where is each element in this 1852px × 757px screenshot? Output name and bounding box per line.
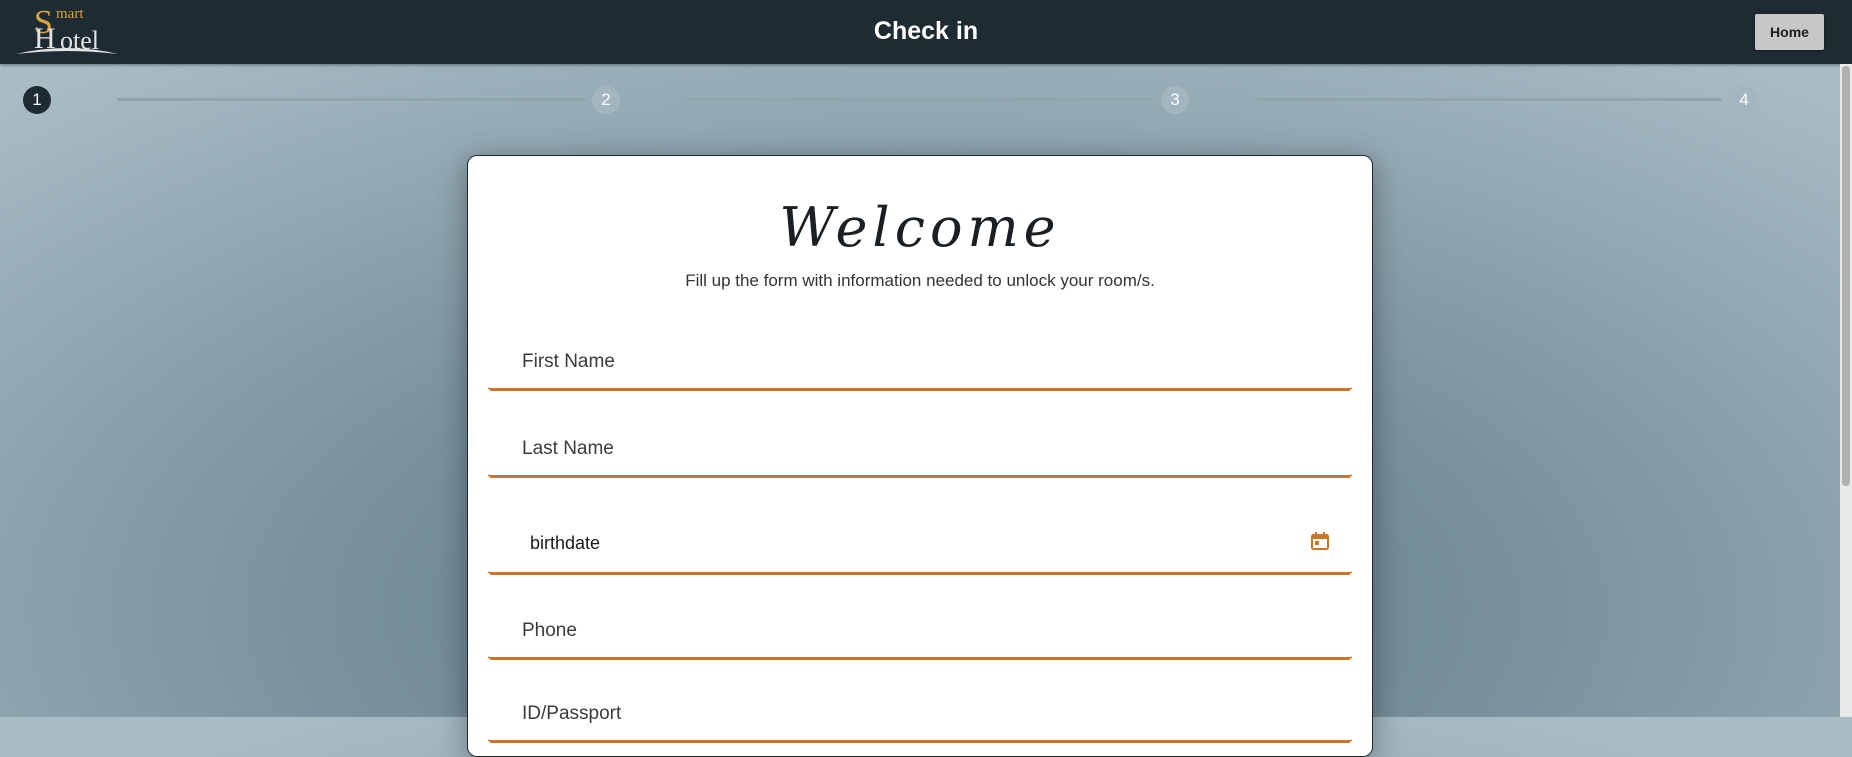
- step-connector: [1255, 98, 1722, 101]
- step-1[interactable]: 1: [23, 86, 51, 114]
- top-bar: S mart H otel Check in Home: [0, 0, 1852, 64]
- step-4[interactable]: 4: [1730, 86, 1758, 114]
- first-name-input[interactable]: [488, 336, 1352, 388]
- last-name-field: [488, 423, 1352, 478]
- id-passport-field: [488, 688, 1352, 743]
- welcome-heading: Welcome: [779, 196, 1061, 259]
- birthdate-field: [488, 515, 1352, 575]
- id-passport-input[interactable]: [488, 688, 1352, 740]
- page-title: Check in: [873, 17, 979, 45]
- calendar-icon[interactable]: [1310, 531, 1330, 551]
- phone-field: [488, 605, 1352, 660]
- step-connector: [686, 98, 1153, 101]
- scrollbar-thumb[interactable]: [1842, 66, 1850, 486]
- home-button[interactable]: Home: [1755, 14, 1824, 50]
- check-in-form-card: Welcome Fill up the form with informatio…: [467, 155, 1373, 757]
- birthdate-input[interactable]: [488, 515, 1352, 572]
- step-3[interactable]: 3: [1161, 86, 1189, 114]
- first-name-field: [488, 336, 1352, 391]
- phone-input[interactable]: [488, 605, 1352, 657]
- page-scrollbar[interactable]: [1840, 64, 1852, 717]
- step-connector: [117, 98, 586, 101]
- last-name-input[interactable]: [488, 423, 1352, 475]
- form-subtitle: Fill up the form with information needed…: [685, 271, 1155, 290]
- step-2[interactable]: 2: [592, 86, 620, 114]
